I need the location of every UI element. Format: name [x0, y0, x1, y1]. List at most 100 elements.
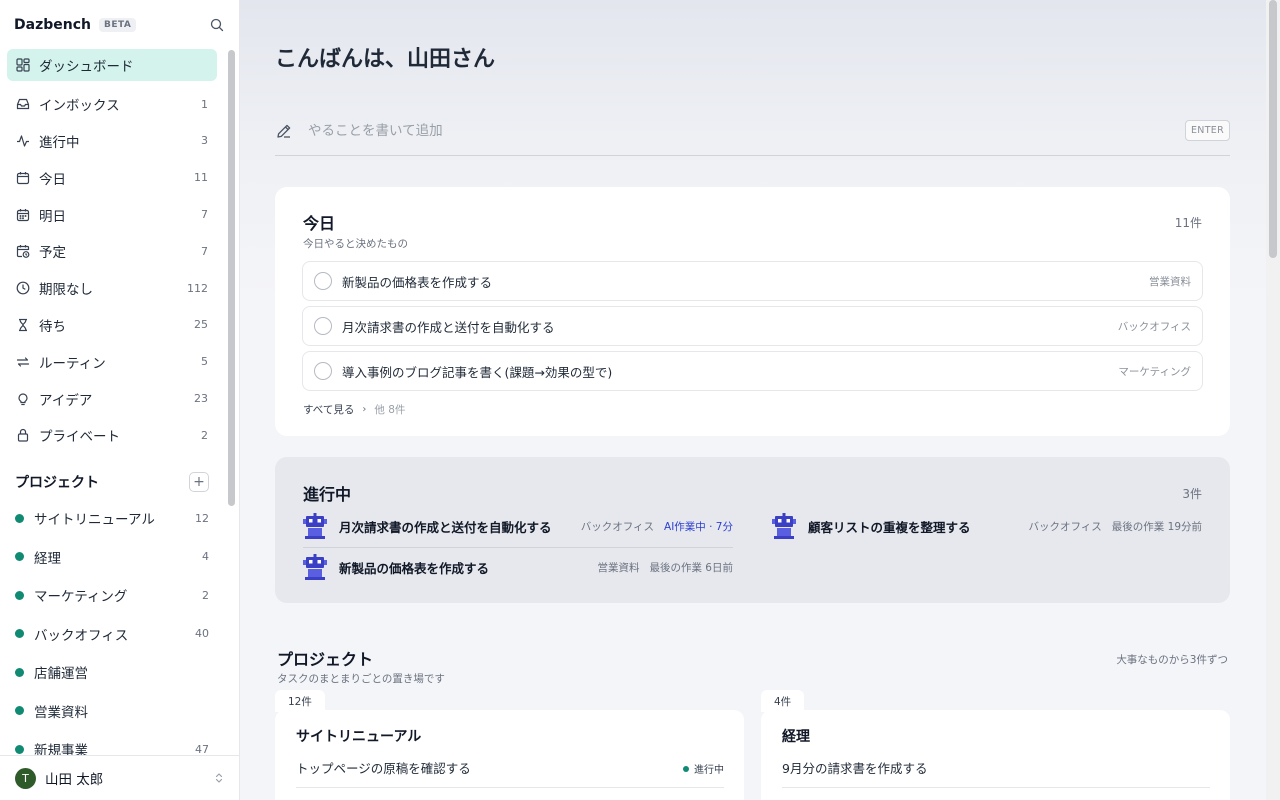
- main-content: こんばんは、山田さん ENTER 今日 11件 今日やると決めたもの 新製品の価…: [240, 0, 1266, 800]
- project-item[interactable]: マーケティング 2: [15, 576, 209, 615]
- sidebar-item-ideas[interactable]: アイデア 23: [7, 380, 217, 417]
- project-card[interactable]: サイトリニューアル トップページの原稿を確認する 進行中: [275, 710, 744, 800]
- sidebar-item-dashboard[interactable]: ダッシュボード: [7, 49, 217, 81]
- status-label: 進行中: [694, 765, 724, 776]
- in-progress-item-title: 月次請求書の作成と送付を自動化する: [339, 519, 552, 535]
- see-all-link[interactable]: すべて見る: [303, 402, 354, 417]
- calendar-icon: [16, 171, 30, 185]
- hourglass-icon: [16, 318, 30, 332]
- sidebar-item-scheduled[interactable]: 予定 7: [7, 233, 217, 270]
- project-card-count: 12件: [275, 690, 325, 712]
- project-dot: [15, 744, 24, 754]
- task-checkbox[interactable]: [314, 362, 332, 380]
- sidebar-item-label: ルーティン: [39, 355, 106, 372]
- clock-icon: [16, 281, 30, 295]
- project-item[interactable]: サイトリニューアル 12: [15, 499, 209, 538]
- project-item[interactable]: 店舗運営: [15, 653, 209, 692]
- today-card: 今日 11件 今日やると決めたもの 新製品の価格表を作成する 営業資料 月次請求…: [275, 187, 1230, 436]
- task-row[interactable]: 新製品の価格表を作成する 営業資料: [302, 261, 1203, 301]
- project-dot: [15, 513, 24, 523]
- chevron-right-icon: ›: [362, 404, 367, 415]
- task-row[interactable]: 月次請求書の作成と送付を自動化する バックオフィス: [302, 306, 1203, 346]
- project-label: サイトリニューアル: [34, 512, 155, 529]
- task-title: 新製品の価格表を作成する: [342, 274, 493, 290]
- search-icon[interactable]: [209, 17, 225, 33]
- lightbulb-icon: [16, 392, 30, 406]
- page-title: こんばんは、山田さん: [275, 47, 496, 72]
- main-scrollbar[interactable]: [1266, 0, 1280, 800]
- project-label: バックオフィス: [34, 627, 129, 644]
- quick-add-bar: ENTER: [275, 106, 1230, 156]
- project-task-row[interactable]: 9月分の請求書を作成する: [782, 758, 1210, 788]
- in-progress-item[interactable]: 顧客リストの重複を整理する バックオフィス 最後の作業 19分前: [772, 506, 1202, 546]
- sidebar-item-private[interactable]: プライベート 2: [7, 417, 217, 454]
- project-card[interactable]: 経理 9月分の請求書を作成する: [761, 710, 1230, 800]
- in-progress-item[interactable]: 月次請求書の作成と送付を自動化する バックオフィス AI作業中 · 7分: [303, 506, 733, 546]
- projects-header: プロジェクト +: [15, 472, 209, 492]
- project-dot: [15, 590, 24, 600]
- sidebar-item-label: 待ち: [39, 318, 66, 335]
- sidebar-item-tomorrow[interactable]: 明日 7: [7, 196, 217, 233]
- sidebar-item-label: インボックス: [39, 98, 120, 115]
- pencil-icon: [275, 121, 295, 141]
- sidebar-item-count: 23: [194, 392, 208, 406]
- task-project-tag: マーケティング: [1118, 365, 1191, 378]
- project-item[interactable]: 経理 4: [15, 538, 209, 577]
- sidebar-item-count: 1: [201, 97, 208, 111]
- beta-badge: BETA: [98, 18, 137, 32]
- sidebar-item-waiting[interactable]: 待ち 25: [7, 307, 217, 344]
- sidebar-item-label: 予定: [39, 245, 66, 262]
- sidebar-item-inbox[interactable]: インボックス 1: [7, 86, 217, 123]
- project-label: 営業資料: [34, 704, 88, 721]
- scrollbar-thumb[interactable]: [1269, 0, 1277, 258]
- last-activity: 最後の作業 19分前: [1111, 520, 1202, 533]
- project-count: 12: [195, 511, 209, 525]
- project-dot: [15, 552, 24, 562]
- sidebar-nav: ダッシュボード インボックス 1 進行中 3 今日 11 明日 7 予定 7 期…: [7, 49, 217, 454]
- robot-icon: [303, 513, 327, 539]
- lock-icon: [16, 428, 30, 442]
- project-item[interactable]: 営業資料: [15, 692, 209, 731]
- user-menu[interactable]: T 山田 太郎: [0, 755, 239, 800]
- in-progress-item[interactable]: 新製品の価格表を作成する 営業資料 最後の作業 6日前: [303, 547, 733, 587]
- today-count: 11件: [1174, 216, 1202, 230]
- sidebar-header: Dazbench BETA: [0, 0, 239, 50]
- project-task-title: 9月分の請求書を作成する: [782, 761, 928, 776]
- task-row[interactable]: 導入事例のブログ記事を書く(課題→効果の型で) マーケティング: [302, 351, 1203, 391]
- project-card-count: 4件: [761, 690, 805, 712]
- sidebar-item-today[interactable]: 今日 11: [7, 159, 217, 196]
- project-task-title: トップページの原稿を確認する: [296, 761, 471, 776]
- activity-icon: [16, 134, 30, 148]
- project-item[interactable]: バックオフィス 40: [15, 615, 209, 654]
- projects-section-note: 大事なものから3件ずつ: [1116, 654, 1228, 666]
- quick-add-input[interactable]: [308, 122, 1008, 139]
- sidebar-item-no-deadline[interactable]: 期限なし 112: [7, 270, 217, 307]
- in-progress-project: バックオフィス: [1028, 520, 1102, 533]
- project-label: 店舗運営: [34, 666, 88, 683]
- status-dot: [683, 765, 689, 772]
- project-item[interactable]: 新規事業 47: [15, 730, 209, 755]
- in-progress-project: バックオフィス: [580, 520, 655, 533]
- in-progress-item-title: 新製品の価格表を作成する: [339, 560, 490, 576]
- user-name: 山田 太郎: [45, 772, 104, 788]
- today-title: 今日: [303, 214, 336, 233]
- project-task-row[interactable]: トップページの原稿を確認する 進行中: [296, 758, 724, 788]
- sidebar-item-in-progress[interactable]: 進行中 3: [7, 123, 217, 160]
- today-task-list: 新製品の価格表を作成する 営業資料 月次請求書の作成と送付を自動化する バックオ…: [302, 261, 1203, 396]
- sidebar-item-routine[interactable]: ルーティン 5: [7, 343, 217, 380]
- task-checkbox[interactable]: [314, 272, 332, 290]
- robot-icon: [772, 513, 796, 539]
- projects-title: プロジェクト: [15, 475, 99, 491]
- last-activity: 最後の作業 6日前: [649, 561, 733, 574]
- sidebar-item-label: 明日: [39, 208, 66, 225]
- in-progress-card: 進行中 3件 月次請求書の作成と送付を自動化する バックオフィス AI作業中 · …: [275, 457, 1230, 603]
- task-checkbox[interactable]: [314, 317, 332, 335]
- sidebar-item-count: 11: [194, 171, 208, 185]
- dashboard-icon: [16, 58, 30, 72]
- sidebar-scrollbar[interactable]: [228, 50, 235, 506]
- add-project-button[interactable]: +: [189, 472, 209, 492]
- sidebar-item-count: 25: [194, 318, 208, 332]
- in-progress-title: 進行中: [303, 485, 352, 504]
- project-count: 4: [202, 550, 209, 564]
- project-count: 40: [195, 627, 209, 641]
